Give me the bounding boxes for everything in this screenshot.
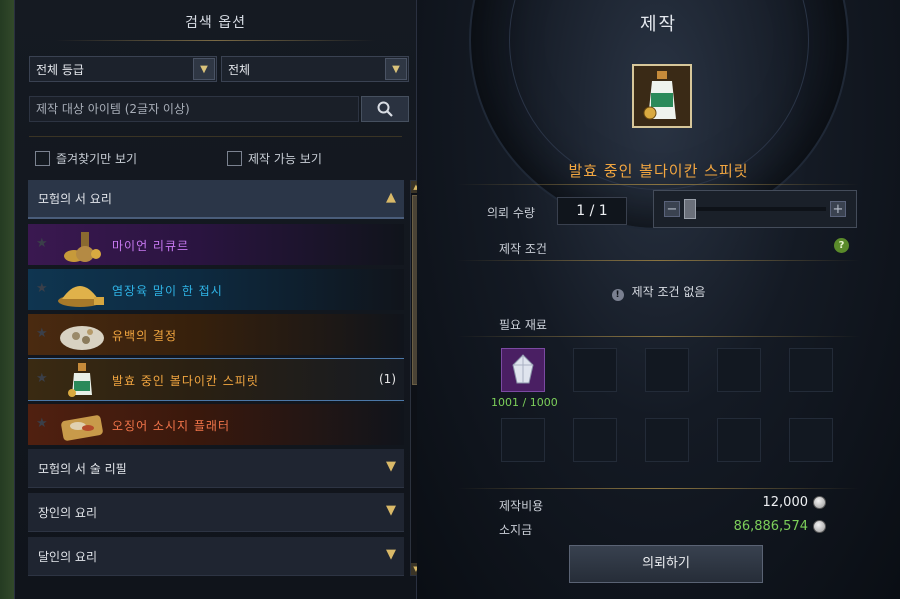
favorites-only-label: 즐겨찾기만 보기 bbox=[56, 152, 138, 166]
material-slot-empty bbox=[789, 348, 833, 392]
material-slot-empty bbox=[645, 348, 689, 392]
help-icon[interactable]: ? bbox=[834, 238, 849, 253]
search-options-panel: 검색 옵션 전체 등급 ▼ 전체 ▼ 즐겨찾기만 보기 제작 가능 보기 모험의… bbox=[14, 0, 422, 599]
owned-label: 소지금 bbox=[499, 523, 533, 537]
craftable-only-label: 제작 가능 보기 bbox=[248, 152, 322, 166]
cost-label: 제작비용 bbox=[499, 499, 544, 513]
category-label: 모험의 서 요리 bbox=[38, 192, 112, 206]
chevron-down-icon: ▼ bbox=[386, 459, 396, 474]
recipe-item[interactable]: ★ 오징어 소시지 플래터 bbox=[28, 404, 404, 445]
category-label: 장인의 요리 bbox=[38, 505, 98, 520]
title-divider bbox=[55, 40, 376, 41]
material-slot-empty bbox=[717, 418, 761, 462]
spirit-bottle-icon bbox=[68, 363, 92, 397]
material-count: 1001 / 1000 bbox=[491, 396, 558, 409]
search-input[interactable] bbox=[29, 96, 359, 122]
chevron-down-icon: ▼ bbox=[386, 547, 396, 562]
star-icon[interactable]: ★ bbox=[36, 416, 48, 431]
search-icon bbox=[377, 101, 393, 117]
recipe-item[interactable]: ★ 마이언 리큐르 bbox=[28, 224, 404, 265]
material-slot-empty bbox=[645, 418, 689, 462]
recipe-item[interactable]: ★ 염장육 말이 한 접시 bbox=[28, 269, 404, 310]
recipe-item-selected[interactable]: ★ 발효 중인 볼다이칸 스피릿 (1) bbox=[28, 358, 404, 401]
spirit-bottle-icon bbox=[643, 71, 676, 120]
chevron-down-icon: ▼ bbox=[386, 503, 396, 518]
recipe-name: 유백의 결정 bbox=[112, 329, 178, 343]
craft-item-name: 발효 중인 볼다이칸 스피릿 bbox=[568, 162, 749, 180]
material-slot-empty bbox=[789, 418, 833, 462]
quantity-slider[interactable]: − + bbox=[653, 190, 857, 228]
type-dropdown-value: 전체 bbox=[228, 62, 251, 77]
material-slot-empty bbox=[573, 348, 617, 392]
recipe-count: (1) bbox=[379, 372, 396, 386]
silver-coin-icon bbox=[813, 496, 826, 509]
quantity-value[interactable]: 1 / 1 bbox=[557, 197, 627, 225]
favorites-only-checkbox[interactable]: 즐겨찾기만 보기 bbox=[35, 150, 137, 167]
recipe-name: 오징어 소시지 플래터 bbox=[112, 419, 230, 433]
recipe-name: 염장육 말이 한 접시 bbox=[112, 284, 223, 298]
category-label: 달인의 요리 bbox=[38, 549, 98, 564]
chevron-down-icon: ▼ bbox=[385, 58, 407, 80]
slider-track[interactable] bbox=[684, 207, 826, 211]
chevron-down-icon: ▼ bbox=[193, 58, 215, 80]
slider-knob[interactable] bbox=[684, 199, 696, 219]
material-slot-empty bbox=[501, 418, 545, 462]
quantity-label: 의뢰 수량 bbox=[487, 206, 535, 220]
recipe-name: 발효 중인 볼다이칸 스피릿 bbox=[112, 374, 259, 388]
chevron-up-icon: ▲ bbox=[386, 190, 396, 205]
sausage-platter-icon bbox=[61, 415, 103, 441]
divider bbox=[457, 184, 860, 185]
material-slot-empty bbox=[573, 418, 617, 462]
star-icon[interactable]: ★ bbox=[36, 371, 48, 386]
request-button[interactable]: 의뢰하기 bbox=[569, 545, 763, 583]
divider bbox=[457, 488, 860, 489]
checkbox-box bbox=[35, 151, 50, 166]
owned-value: 86,886,574 bbox=[733, 519, 808, 534]
star-icon[interactable]: ★ bbox=[36, 236, 48, 251]
crafting-panel: 제작 발효 중인 볼다이칸 스피릿 의뢰 수량 1 / 1 − + 제작 조건 … bbox=[417, 0, 900, 599]
star-icon[interactable]: ★ bbox=[36, 326, 48, 341]
checkbox-box bbox=[227, 151, 242, 166]
category-header[interactable]: 모험의 서 요리 ▲ bbox=[28, 180, 404, 219]
plus-button[interactable]: + bbox=[830, 201, 846, 217]
category-header[interactable]: 달인의 요리 ▼ bbox=[28, 537, 404, 576]
conditions-text: ! 제작 조건 없음 bbox=[417, 283, 900, 301]
crystal-plate-icon bbox=[60, 326, 104, 350]
crystal-icon bbox=[512, 354, 534, 384]
conditions-value: 제작 조건 없음 bbox=[631, 285, 706, 299]
craft-item-frame[interactable] bbox=[632, 64, 692, 128]
divider bbox=[457, 336, 860, 337]
panel-title: 제작 bbox=[639, 14, 678, 35]
cost-value: 12,000 bbox=[762, 495, 809, 510]
background-edge bbox=[0, 0, 14, 599]
minus-button[interactable]: − bbox=[664, 201, 680, 217]
divider bbox=[457, 260, 860, 261]
grade-dropdown[interactable]: 전체 등급 ▼ bbox=[29, 56, 217, 82]
materials-label: 필요 재료 bbox=[499, 318, 547, 332]
type-dropdown[interactable]: 전체 ▼ bbox=[221, 56, 409, 82]
category-label: 모험의 서 술 리필 bbox=[38, 461, 127, 476]
divider bbox=[29, 136, 402, 137]
category-header[interactable]: 장인의 요리 ▼ bbox=[28, 493, 404, 532]
material-slot[interactable] bbox=[501, 348, 545, 392]
panel-title: 검색 옵션 bbox=[185, 15, 246, 31]
platter-icon bbox=[58, 286, 104, 307]
star-icon[interactable]: ★ bbox=[36, 281, 48, 296]
conditions-label: 제작 조건 bbox=[499, 242, 547, 256]
info-icon: ! bbox=[611, 289, 624, 301]
category-header[interactable]: 모험의 서 술 리필 ▼ bbox=[28, 449, 404, 488]
search-button[interactable] bbox=[361, 96, 409, 122]
craftable-only-checkbox[interactable]: 제작 가능 보기 bbox=[227, 150, 322, 167]
recipe-name: 마이언 리큐르 bbox=[112, 239, 190, 253]
silver-coin-icon bbox=[813, 520, 826, 533]
liqueur-icon bbox=[64, 232, 101, 262]
recipe-item[interactable]: ★ 유백의 결정 bbox=[28, 314, 404, 355]
material-slot-empty bbox=[717, 348, 761, 392]
recipe-list: 모험의 서 요리 ▲ ★ 마이언 리큐르 ★ 염장육 말이 한 접시 ★ 유백의… bbox=[28, 180, 404, 576]
grade-dropdown-value: 전체 등급 bbox=[36, 62, 84, 77]
